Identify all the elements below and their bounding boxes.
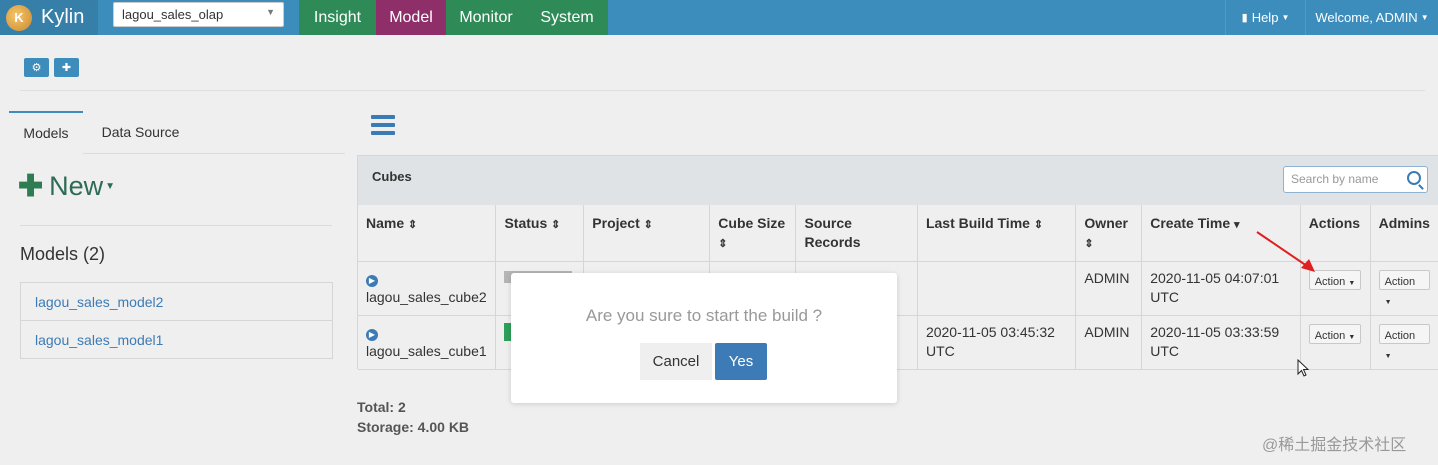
col-name[interactable]: Name ⇕	[358, 205, 497, 262]
cubes-panel-header: Cubes Search by name	[358, 156, 1438, 205]
cube-name-cell[interactable]: ▶lagou_sales_cube1	[358, 315, 497, 370]
action-dropdown-button[interactable]: Action ▼	[1308, 323, 1362, 344]
plus-icon: ✚	[18, 169, 44, 203]
search-placeholder: Search by name	[1291, 172, 1379, 186]
tab-model[interactable]: Model	[376, 0, 446, 35]
app-name: Kylin	[41, 6, 85, 28]
admins-cell: Action ▼	[1370, 261, 1438, 316]
col-project[interactable]: Project ⇕	[583, 205, 711, 262]
kylin-logo-icon: K	[6, 4, 32, 31]
models-heading: Models (2)	[20, 244, 106, 264]
cancel-button[interactable]: Cancel	[640, 343, 712, 380]
confirm-message: Are you sure to start the build ?	[585, 306, 823, 325]
user-menu[interactable]: Welcome, ADMIN ▼	[1305, 0, 1438, 35]
mouse-cursor-icon	[1297, 359, 1310, 377]
panel-title: Cubes	[372, 169, 412, 184]
caret-down-icon: ▼	[1420, 13, 1429, 22]
sort-icon: ⇕	[1084, 238, 1094, 250]
brand[interactable]: K Kylin	[0, 0, 98, 35]
divider	[20, 225, 332, 226]
col-last-build-time[interactable]: Last Build Time ⇕	[917, 205, 1077, 262]
chevron-right-icon[interactable]: ▶	[366, 328, 378, 341]
project-select[interactable]: lagou_sales_olap ▼	[113, 2, 284, 27]
search-icon[interactable]	[1407, 171, 1421, 185]
share-button[interactable]: ⚙	[24, 58, 49, 77]
tab-monitor[interactable]: Monitor	[446, 0, 526, 35]
model-list: lagou_sales_model2 lagou_sales_model1	[20, 282, 333, 359]
sort-icon: ⇕	[551, 219, 561, 231]
col-owner[interactable]: Owner ⇕	[1075, 205, 1143, 262]
caret-down-icon: ▼	[105, 180, 116, 192]
chevron-right-icon[interactable]: ▶	[366, 274, 378, 287]
sort-icon: ⇕	[408, 219, 418, 231]
sort-desc-icon: ▾	[1234, 219, 1240, 231]
yes-button[interactable]: Yes	[715, 343, 767, 380]
sort-icon: ⇕	[1033, 219, 1044, 231]
tab-data-source[interactable]: Data Source	[83, 111, 198, 153]
book-icon: ▮	[1241, 12, 1248, 24]
confirm-dialog: Are you sure to start the build ? Cancel…	[511, 273, 897, 403]
tab-divider	[83, 153, 345, 154]
sort-icon: ⇕	[643, 219, 653, 231]
tab-models[interactable]: Models	[9, 111, 83, 153]
new-button[interactable]: ✚ New ▼	[18, 168, 115, 204]
storage-size: Storage: 4.00 KB	[357, 419, 470, 435]
caret-down-icon: ▼	[1281, 13, 1290, 22]
watermark: @稀土掘金技术社区	[1262, 437, 1407, 454]
create-time-cell: 2020-11-05 03:33:59 UTC	[1141, 315, 1301, 370]
menu-toggle-icon[interactable]	[371, 115, 395, 135]
help-menu[interactable]: ▮ Help ▼	[1225, 0, 1305, 35]
tab-insight[interactable]: Insight	[299, 0, 376, 35]
search-input[interactable]: Search by name	[1283, 166, 1428, 193]
admins-cell: Action ▼	[1370, 315, 1438, 370]
col-cube-size[interactable]: Cube Size ⇕	[709, 205, 797, 262]
help-label: Help	[1251, 10, 1279, 25]
owner-cell: ADMIN	[1075, 261, 1143, 316]
owner-cell: ADMIN	[1075, 315, 1143, 370]
share-alt-icon: ⚙	[31, 62, 42, 74]
sort-icon: ⇕	[718, 238, 728, 250]
plus-icon: ✚	[61, 62, 72, 74]
col-status[interactable]: Status ⇕	[495, 205, 585, 262]
cube-name-cell[interactable]: ▶lagou_sales_cube2	[358, 261, 497, 316]
last-build-cell	[917, 261, 1077, 316]
new-label: New	[49, 170, 104, 201]
add-button[interactable]: ✚	[54, 58, 79, 77]
model-item[interactable]: lagou_sales_model1	[20, 320, 333, 359]
welcome-label: Welcome, ADMIN	[1315, 10, 1418, 25]
chevron-down-icon: ▼	[266, 7, 275, 17]
col-admins: Admins	[1370, 205, 1438, 262]
annotation-arrow-icon	[1256, 231, 1315, 272]
admin-action-dropdown-button[interactable]: Action ▼	[1378, 323, 1430, 360]
last-build-cell: 2020-11-05 03:45:32 UTC	[917, 315, 1077, 370]
admin-action-dropdown-button[interactable]: Action ▼	[1378, 269, 1430, 306]
tab-system[interactable]: System	[526, 0, 608, 35]
col-source-records[interactable]: Source Records	[795, 205, 918, 262]
total-count: Total: 2	[357, 399, 406, 415]
top-nav: K Kylin lagou_sales_olap ▼ Insight Model…	[0, 0, 1438, 35]
divider	[20, 90, 1425, 91]
model-item[interactable]: lagou_sales_model2	[20, 282, 333, 321]
project-select-value: lagou_sales_olap	[122, 7, 224, 22]
